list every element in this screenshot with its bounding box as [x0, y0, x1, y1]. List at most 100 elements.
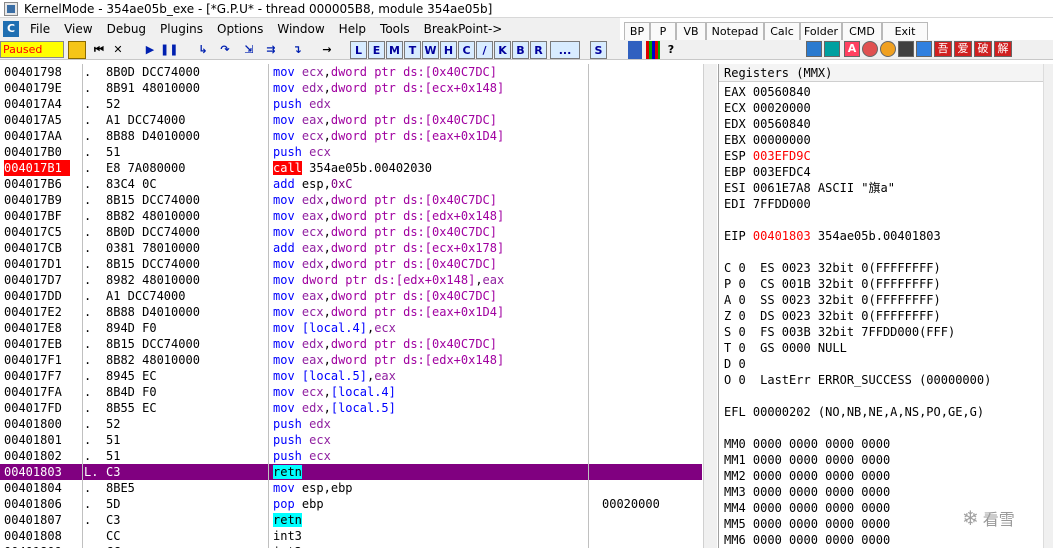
register-line[interactable]: EBP 003EFDC4	[724, 164, 811, 180]
register-line[interactable]: EDI 7FFDD000	[724, 196, 811, 212]
disasm-row[interactable]: 00401800. 52 push edx	[0, 416, 702, 432]
menu-plugins[interactable]: Plugins	[153, 18, 210, 40]
trace-into-icon[interactable]: ⇲	[240, 41, 258, 59]
menu-tools[interactable]: Tools	[373, 18, 417, 40]
register-line[interactable]: S 0 FS 003B 32bit 7FFDD000(FFF)	[724, 324, 955, 340]
plugin-icon-1[interactable]	[806, 41, 822, 57]
plugin-icon-4[interactable]	[880, 41, 896, 57]
plugin-icon-ai[interactable]: 爱	[954, 41, 972, 57]
tb-run-trace[interactable]: ...	[550, 41, 580, 59]
register-line[interactable]: EFL 00000202 (NO,NB,NE,A,NS,PO,GE,G)	[724, 404, 984, 420]
disasm-row[interactable]: 0040179E. 8B91 48010000 mov edx,dword ptr …	[0, 80, 702, 96]
register-line[interactable]: O 0 LastErr ERROR_SUCCESS (00000000)	[724, 372, 991, 388]
tb-windows[interactable]: W	[422, 41, 439, 59]
disasm-row[interactable]: 004017EB. 8B15 DCC74000 mov edx,dword ptr …	[0, 336, 702, 352]
register-line[interactable]: A 0 SS 0023 32bit 0(FFFFFFFF)	[724, 292, 941, 308]
palette-icon[interactable]	[646, 41, 660, 59]
disasm-row[interactable]: 00401801. 51 push ecx	[0, 432, 702, 448]
register-line[interactable]: ESP 003EFD9C	[724, 148, 811, 164]
plugin-icon-a[interactable]: A	[844, 41, 860, 57]
step-over-icon[interactable]: ↷	[216, 41, 234, 59]
disasm-row[interactable]: 004017DD. A1 DCC74000 mov eax,dword ptr ds…	[0, 288, 702, 304]
execute-till-return-icon[interactable]: ↴	[288, 41, 306, 59]
tb-patches[interactable]: /	[476, 41, 493, 59]
disasm-row[interactable]: 00401802. 51 push ecx	[0, 448, 702, 464]
disasm-row[interactable]: 004017B9. 8B15 DCC74000 mov edx,dword ptr …	[0, 192, 702, 208]
register-line[interactable]: ESI 0061E7A8 ASCII "旗a"	[724, 180, 895, 196]
disasm-row[interactable]: 004017AA. 8B88 D4010000 mov ecx,dword ptr …	[0, 128, 702, 144]
plugin-icon-wu[interactable]: 吾	[934, 41, 952, 57]
vb-button[interactable]: VB	[676, 22, 706, 42]
cmd-button[interactable]: CMD	[842, 22, 882, 42]
disasm-row[interactable]: 004017A4. 52 push edx	[0, 96, 702, 112]
register-line[interactable]: MM6 0000 0000 0000 0000	[724, 532, 890, 548]
register-line[interactable]: MM0 0000 0000 0000 0000	[724, 436, 890, 452]
goto-icon[interactable]: →	[318, 41, 336, 59]
disasm-row[interactable]: 00401806. 5D pop ebp 00020000	[0, 496, 702, 512]
plugin-icon-3[interactable]	[862, 41, 878, 57]
disasm-row[interactable]: 004017FA. 8B4D F0 mov ecx,[local.4]	[0, 384, 702, 400]
p-button[interactable]: P	[650, 22, 676, 42]
tb-modules[interactable]: E	[368, 41, 385, 59]
register-line[interactable]: MM2 0000 0000 0000 0000	[724, 468, 890, 484]
menu-debug[interactable]: Debug	[100, 18, 153, 40]
disasm-row[interactable]: 004017FD. 8B55 EC mov edx,[local.5]	[0, 400, 702, 416]
disassembly-scrollbar[interactable]	[703, 64, 717, 548]
register-line[interactable]: ECX 00020000	[724, 100, 811, 116]
plugin-icon-6[interactable]	[916, 41, 932, 57]
disasm-row[interactable]: 004017E2. 8B88 D4010000 mov ecx,dword ptr …	[0, 304, 702, 320]
plugin-icon-5[interactable]	[898, 41, 914, 57]
open-icon[interactable]	[68, 41, 86, 59]
trace-over-icon[interactable]: ⇉	[262, 41, 280, 59]
disasm-row[interactable]: 004017F1. 8B82 48010000 mov eax,dword ptr …	[0, 352, 702, 368]
exit-button[interactable]: Exit	[882, 22, 928, 42]
plugin-icon-po[interactable]: 破	[974, 41, 992, 57]
menu-breakpoint[interactable]: BreakPoint->	[417, 18, 510, 40]
tb-handles[interactable]: H	[440, 41, 457, 59]
register-line[interactable]: D 0	[724, 356, 746, 372]
register-line[interactable]: MM4 0000 0000 0000 0000	[724, 500, 890, 516]
calc-button[interactable]: Calc	[764, 22, 800, 42]
bp-button[interactable]: BP	[624, 22, 650, 42]
registers-scrollbar[interactable]	[1043, 64, 1053, 548]
disasm-row[interactable]: 004017F7. 8945 EC mov [local.5],eax	[0, 368, 702, 384]
tb-cpu[interactable]: C	[458, 41, 475, 59]
disasm-row[interactable]: 004017CB. 0381 78010000 add eax,dword ptr …	[0, 240, 702, 256]
tb-references[interactable]: R	[530, 41, 547, 59]
menu-help[interactable]: Help	[332, 18, 373, 40]
grid-icon[interactable]	[628, 41, 642, 59]
register-line[interactable]: P 0 CS 001B 32bit 0(FFFFFFFF)	[724, 276, 941, 292]
disasm-row[interactable]: 004017D1. 8B15 DCC74000 mov edx,dword ptr …	[0, 256, 702, 272]
notepad-button[interactable]: Notepad	[706, 22, 764, 42]
disasm-row[interactable]: 00401809 CC int3	[0, 544, 702, 548]
menu-file[interactable]: File	[23, 18, 57, 40]
cpu-icon[interactable]: C	[3, 21, 19, 37]
plugin-icon-jie[interactable]: 解	[994, 41, 1012, 57]
registers-header[interactable]: Registers (MMX)	[719, 64, 1053, 82]
disassembly-pane[interactable]: 00401798. 8B0D DCC74000 mov ecx,dword ptr …	[0, 64, 702, 548]
menu-view[interactable]: View	[57, 18, 99, 40]
register-line[interactable]: MM1 0000 0000 0000 0000	[724, 452, 890, 468]
disasm-row[interactable]: 004017B1. E8 7A080000 call 354ae05b.004020…	[0, 160, 702, 176]
help-icon[interactable]: ?	[664, 41, 678, 59]
disasm-row[interactable]: 00401798. 8B0D DCC74000 mov ecx,dword ptr …	[0, 64, 702, 80]
disasm-row[interactable]: 004017B0. 51 push ecx	[0, 144, 702, 160]
register-line[interactable]: Z 0 DS 0023 32bit 0(FFFFFFFF)	[724, 308, 941, 324]
tb-log[interactable]: L	[350, 41, 367, 59]
folder-button[interactable]: Folder	[800, 22, 842, 42]
disasm-row[interactable]: 00401808 CC int3	[0, 528, 702, 544]
disasm-row[interactable]: 004017E8. 894D F0 mov [local.4],ecx	[0, 320, 702, 336]
tb-source[interactable]: S	[590, 41, 607, 59]
disasm-row[interactable]: 004017A5. A1 DCC74000 mov eax,dword ptr ds…	[0, 112, 702, 128]
tb-breakpoints[interactable]: B	[512, 41, 529, 59]
disasm-row[interactable]: 00401803 L. C3 retn	[0, 464, 702, 480]
plugin-icon-2[interactable]	[824, 41, 840, 57]
run-icon[interactable]: ▶	[142, 41, 158, 59]
close-icon[interactable]: ✕	[110, 41, 126, 59]
register-line[interactable]: MM5 0000 0000 0000 0000	[724, 516, 890, 532]
register-line[interactable]: EAX 00560840	[724, 84, 811, 100]
tb-callstack[interactable]: K	[494, 41, 511, 59]
menu-options[interactable]: Options	[210, 18, 270, 40]
step-into-icon[interactable]: ↳	[194, 41, 212, 59]
register-line[interactable]: T 0 GS 0000 NULL	[724, 340, 847, 356]
